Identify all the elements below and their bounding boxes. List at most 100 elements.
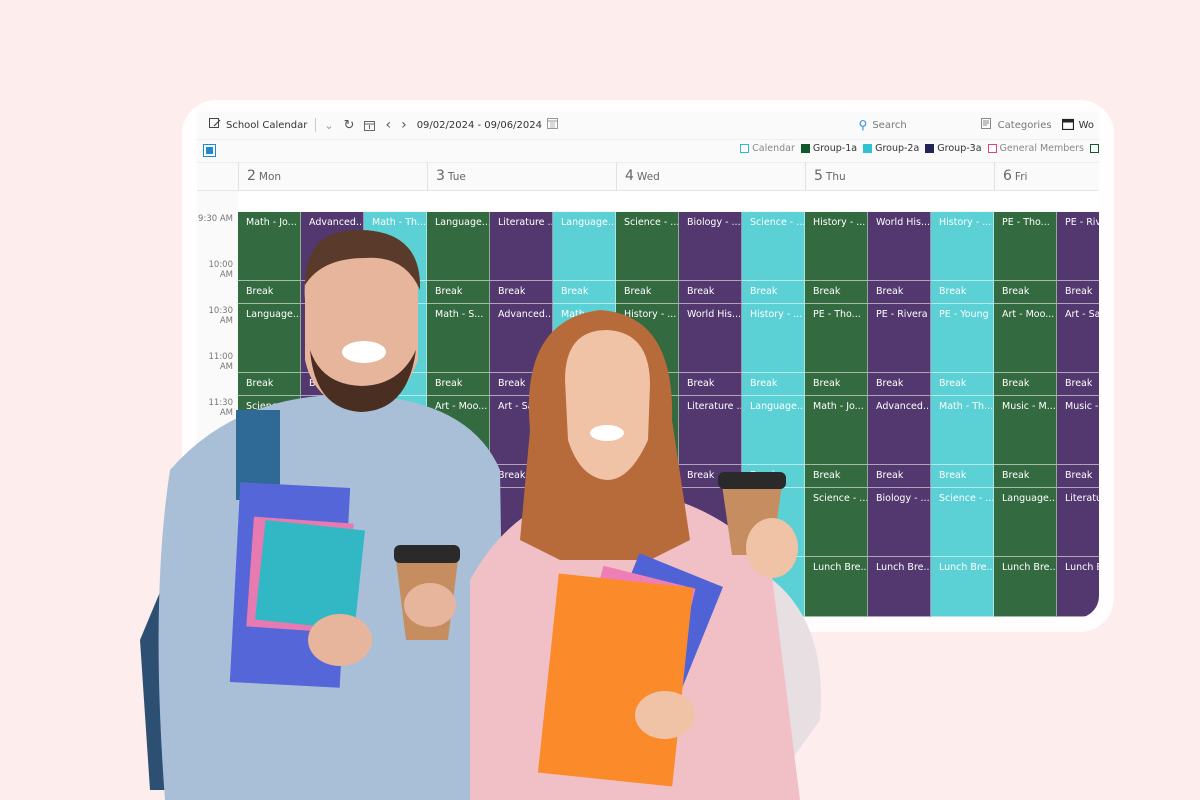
calendar-event[interactable] [490, 557, 553, 617]
calendar-event[interactable]: Break [238, 373, 301, 396]
calendar-event[interactable]: Break [805, 281, 868, 304]
calendar-event[interactable]: Break [742, 465, 805, 488]
calendar-event[interactable] [616, 396, 679, 465]
day-header-tue[interactable]: 3 Tue [427, 162, 616, 190]
calendar-event[interactable]: PE - Riv [1057, 212, 1099, 281]
calendar-event[interactable]: Break [1057, 373, 1099, 396]
calendar-event[interactable]: History - ... [742, 304, 805, 373]
refresh-icon[interactable]: ↻ [339, 112, 360, 138]
calendar-event[interactable]: Language... [427, 212, 490, 281]
calendar-event[interactable] [553, 396, 616, 465]
legend-item[interactable]: Group-3a [925, 143, 982, 154]
calendar-event[interactable]: World His... [679, 304, 742, 373]
calendar-event[interactable] [301, 557, 364, 617]
calendar-event[interactable]: Art - Moo... [994, 304, 1057, 373]
calendar-event[interactable]: Break [742, 281, 805, 304]
calendar-event[interactable] [364, 465, 427, 488]
date-range[interactable]: 09/02/2024 - 09/06/2024 [412, 112, 563, 138]
calendar-event[interactable]: Break [868, 281, 931, 304]
calendar-event[interactable]: Break [868, 373, 931, 396]
legend-swatch-partial[interactable] [1090, 144, 1099, 153]
calendar-event[interactable]: Break [427, 281, 490, 304]
calendar-event[interactable]: Math - S... [427, 304, 490, 373]
calendar-event[interactable]: Language... [553, 212, 616, 281]
search-button[interactable]: ⚲ Search [854, 112, 912, 138]
calendar-event[interactable]: Advanced... [301, 212, 364, 281]
calendar-event[interactable] [238, 488, 301, 557]
calendar-event[interactable]: World His... [868, 212, 931, 281]
calendar-event[interactable] [427, 465, 490, 488]
calendar-event[interactable]: Art - Sa [1057, 304, 1099, 373]
calendar-event[interactable]: Break [994, 465, 1057, 488]
calendar-event[interactable]: Break [994, 373, 1057, 396]
calendar-event[interactable]: Break [679, 373, 742, 396]
calendar-event[interactable]: Break [1057, 465, 1099, 488]
calendar-event[interactable] [364, 557, 427, 617]
calendar-event[interactable] [679, 488, 742, 557]
calendar-event[interactable] [364, 488, 427, 557]
calendar-event[interactable]: Break [931, 281, 994, 304]
calendar-event[interactable] [616, 465, 679, 488]
calendar-event[interactable]: Math - Th... [364, 212, 427, 281]
calendar-event[interactable]: Literature ... [490, 212, 553, 281]
calendar-event[interactable]: Lunch B [1057, 557, 1099, 617]
today-icon[interactable] [359, 112, 380, 138]
calendar-event[interactable]: Music - [1057, 396, 1099, 465]
calendar-event[interactable]: Break [931, 373, 994, 396]
calendar-event[interactable]: Break [616, 373, 679, 396]
calendar-event[interactable] [616, 488, 679, 557]
calendar-event[interactable]: Lunch Bre... [868, 557, 931, 617]
calendar-event[interactable] [364, 304, 427, 373]
calendar-event[interactable]: Break [805, 373, 868, 396]
calendar-event[interactable] [553, 557, 616, 617]
calendar-event[interactable]: Break [490, 465, 553, 488]
calendar-event[interactable]: Science - ... [238, 396, 301, 465]
calendar-event[interactable]: Biology - ... [679, 212, 742, 281]
calendar-event[interactable]: Science - ... [742, 212, 805, 281]
legend-item[interactable]: Calendar [740, 143, 795, 154]
calendar-event[interactable] [742, 557, 805, 617]
calendar-event[interactable]: Ro... [742, 488, 805, 557]
calendar-event[interactable] [553, 488, 616, 557]
all-day-row[interactable] [238, 191, 1099, 211]
calendar-event[interactable]: PE - Tho... [805, 304, 868, 373]
calendar-event[interactable]: Art - Moo... [427, 396, 490, 465]
calendar-event[interactable]: History - ... [616, 304, 679, 373]
day-header-thu[interactable]: 5 Thu [805, 162, 994, 190]
categories-button[interactable]: Categories [976, 112, 1057, 138]
calendar-event[interactable]: Lunch Bre... [931, 557, 994, 617]
chevron-down-icon[interactable]: ⌄ [319, 112, 338, 138]
calendar-event[interactable]: Break [931, 465, 994, 488]
calendar-event[interactable]: Break [553, 281, 616, 304]
calendar-event[interactable]: Advanced... [490, 304, 553, 373]
calendar-event[interactable] [553, 465, 616, 488]
calendar-event[interactable] [238, 557, 301, 617]
calendar-event[interactable]: History - ... [931, 212, 994, 281]
calendar-event[interactable]: History - ... [805, 212, 868, 281]
calendar-event[interactable]: Break [868, 465, 931, 488]
calendar-event[interactable] [427, 488, 490, 557]
calendar-event[interactable] [364, 396, 427, 465]
calendar-event[interactable]: Break [1057, 281, 1099, 304]
view-button[interactable]: Wo [1057, 112, 1099, 138]
calendar-event[interactable] [301, 396, 364, 465]
calendar-event[interactable]: Math - Jo... [805, 396, 868, 465]
calendar-event[interactable]: Lunch Bre... [994, 557, 1057, 617]
day-header-wed[interactable]: 4 Wed [616, 162, 805, 190]
calendar-event[interactable]: Break [805, 465, 868, 488]
calendar-event[interactable] [301, 488, 364, 557]
calendar-event[interactable]: Break [742, 373, 805, 396]
legend-item[interactable]: General Members [987, 143, 1084, 154]
calendar-event[interactable] [679, 557, 742, 617]
day-header-fri[interactable]: 6 Fri [994, 162, 1099, 190]
calendar-event[interactable]: Break [490, 373, 553, 396]
calendar-event[interactable]: Math - Jo... [238, 212, 301, 281]
calendar-event[interactable]: Break [679, 281, 742, 304]
calendar-event[interactable]: Break [301, 281, 364, 304]
legend-item[interactable]: Group-1a [800, 143, 857, 154]
calendar-event[interactable]: Break [364, 281, 427, 304]
calendar-event[interactable] [427, 557, 490, 617]
calendar-event[interactable] [301, 465, 364, 488]
day-header-mon[interactable]: 2 Mon [238, 162, 427, 190]
calendar-event[interactable]: Lunch Bre... [805, 557, 868, 617]
